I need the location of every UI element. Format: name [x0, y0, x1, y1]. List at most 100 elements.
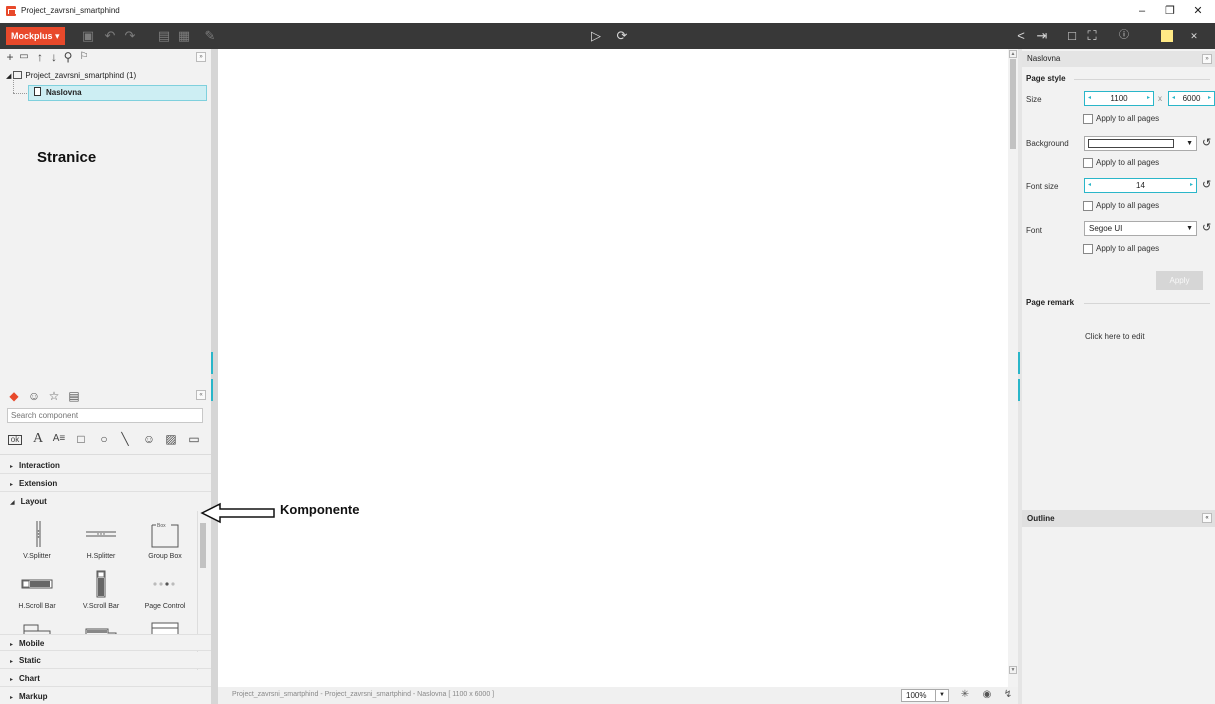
fullscreen-icon[interactable]: ⛶	[1084, 28, 1100, 44]
splitter-grip[interactable]	[1018, 352, 1020, 374]
collapse-properties-button[interactable]: »	[1202, 54, 1212, 64]
mockplus-menu-button[interactable]: Mockplus ▾	[6, 27, 65, 45]
redo-icon[interactable]: ↷	[122, 28, 138, 44]
apply-all-size-checkbox[interactable]	[1083, 114, 1093, 124]
move-down-icon[interactable]: ↓	[47, 49, 61, 65]
close-icon[interactable]: ✕	[1186, 28, 1202, 44]
component-v-scroll-bar[interactable]: V.Scroll Bar	[70, 569, 132, 619]
component-group-box[interactable]: Box Group Box	[134, 519, 196, 569]
group-icon[interactable]: ▤	[156, 28, 172, 44]
rectangle-component-icon[interactable]: □	[74, 432, 88, 446]
collapse-outline-button[interactable]: «	[1202, 513, 1212, 523]
font-select[interactable]: Segoe UI ▼	[1084, 221, 1197, 236]
paragraph-component-icon[interactable]: A≡	[52, 432, 66, 446]
scroll-thumb[interactable]	[200, 523, 206, 568]
grid-toggle-icon[interactable]: ✳	[958, 688, 972, 702]
category-markup[interactable]: ▸ Markup	[0, 688, 211, 704]
frame-icon[interactable]: □	[1064, 28, 1080, 44]
tool-icon[interactable]: ↯	[1001, 688, 1015, 702]
ungroup-icon[interactable]: ▦	[176, 28, 192, 44]
category-static[interactable]: ▸ Static	[0, 652, 211, 669]
category-interaction[interactable]: ▸ Interaction	[0, 457, 211, 474]
background-color-select[interactable]: ▼	[1084, 136, 1197, 151]
component-search-input[interactable]	[7, 408, 203, 423]
tab-components-icon[interactable]: ◆	[6, 388, 22, 404]
component-h-scroll-bar[interactable]: H.Scroll Bar	[6, 569, 68, 619]
height-stepper[interactable]: ◂ 6000 ▸	[1168, 91, 1215, 106]
apply-all-background-checkbox[interactable]	[1083, 158, 1093, 168]
decrease-icon[interactable]: ◂	[1172, 92, 1175, 105]
icon-component-icon[interactable]: ☺	[142, 432, 156, 446]
page-remark-editor[interactable]: Click here to edit	[1085, 332, 1145, 341]
apply-all-font-checkbox[interactable]	[1083, 244, 1093, 254]
note-icon[interactable]	[1161, 30, 1173, 42]
increase-icon[interactable]: ▸	[1147, 92, 1150, 105]
decrease-icon[interactable]: ◂	[1088, 92, 1091, 105]
button-component-icon[interactable]: ok	[8, 435, 22, 445]
canvas-vertical-scrollbar[interactable]: ▲ ▼	[1008, 49, 1018, 687]
tab-favorites-icon[interactable]: ☆	[46, 388, 62, 404]
apply-all-font-size-checkbox[interactable]	[1083, 201, 1093, 211]
font-size-stepper[interactable]: ◂ 14 ▸	[1084, 178, 1197, 193]
component-h-splitter[interactable]: H.Splitter	[70, 519, 132, 569]
textbox-component-icon[interactable]: ▭	[186, 432, 202, 446]
minimize-button[interactable]: –	[1130, 3, 1154, 19]
splitter-grip[interactable]	[211, 379, 213, 401]
collapse-pages-button[interactable]: »	[196, 52, 206, 62]
tree-project-root[interactable]: ◢ Project_zavrsni_smartphind (1)	[6, 71, 136, 80]
component-name: V.Splitter	[23, 553, 51, 560]
undo-icon[interactable]: ↶	[102, 28, 118, 44]
ellipse-component-icon[interactable]: ○	[96, 432, 112, 446]
category-layout[interactable]: ◢ Layout	[0, 493, 211, 510]
design-canvas[interactable]	[218, 49, 1008, 687]
close-window-button[interactable]: ✕	[1186, 3, 1210, 19]
tree-page-naslovna[interactable]: Naslovna	[28, 85, 207, 101]
reset-icon[interactable]: ↺	[1202, 136, 1211, 149]
reset-icon[interactable]: ↺	[1202, 178, 1211, 191]
app-logo-icon	[6, 6, 16, 16]
add-folder-icon[interactable]: ▭	[17, 49, 31, 65]
apply-button[interactable]: Apply	[1156, 271, 1203, 290]
component-page-control[interactable]: Page Control	[134, 569, 196, 619]
left-panel-splitter[interactable]	[211, 49, 218, 704]
category-mobile[interactable]: ▸ Mobile	[0, 634, 211, 651]
move-up-icon[interactable]: ↑	[33, 49, 47, 65]
properties-panel: Naslovna » Page style Size ◂ 1100 ▸ x ◂ 600…	[1022, 49, 1215, 704]
category-chart[interactable]: ▸ Chart	[0, 670, 211, 687]
reset-icon[interactable]: ↺	[1202, 221, 1211, 234]
help-icon[interactable]: ⓘ	[1116, 28, 1132, 44]
collapse-components-button[interactable]: «	[196, 390, 206, 400]
eye-icon[interactable]: ◉	[980, 688, 994, 702]
component-v-splitter[interactable]: V.Splitter	[6, 519, 68, 569]
increase-icon[interactable]: ▸	[1190, 179, 1193, 192]
flag-icon[interactable]: ⚐	[77, 49, 91, 65]
label-component-icon[interactable]: A	[32, 432, 44, 446]
scroll-up-button[interactable]: ▲	[1009, 50, 1017, 58]
chevron-down-icon[interactable]: ▼	[1186, 222, 1193, 235]
splitter-grip[interactable]	[1018, 379, 1020, 401]
scroll-thumb[interactable]	[1010, 59, 1016, 149]
preview-play-icon[interactable]: ▷	[588, 28, 604, 44]
zoom-select[interactable]: 100% ▼	[901, 689, 949, 702]
width-stepper[interactable]: ◂ 1100 ▸	[1084, 91, 1154, 106]
scroll-down-button[interactable]: ▼	[1009, 666, 1017, 674]
splitter-grip[interactable]	[211, 352, 213, 374]
chevron-down-icon[interactable]: ▼	[935, 690, 948, 701]
save-icon[interactable]: ▣	[80, 28, 96, 44]
increase-icon[interactable]: ▸	[1208, 92, 1211, 105]
search-icon[interactable]: ⚲	[61, 49, 75, 65]
chevron-down-icon[interactable]: ▼	[1186, 137, 1193, 150]
image-component-icon[interactable]: ▨	[164, 432, 178, 446]
tab-templates-icon[interactable]: ▤	[66, 388, 82, 404]
restore-button[interactable]: ❐	[1158, 3, 1182, 19]
tab-icons-icon[interactable]: ☺	[26, 388, 42, 404]
category-extension[interactable]: ▸ Extension	[0, 475, 211, 492]
line-component-icon[interactable]: ╲	[118, 432, 132, 446]
add-page-icon[interactable]: +	[3, 49, 17, 65]
decrease-icon[interactable]: ◂	[1088, 179, 1091, 192]
share-icon[interactable]: <	[1013, 28, 1029, 44]
expand-caret-icon[interactable]: ◢	[6, 73, 11, 80]
export-icon[interactable]: ⇥	[1034, 28, 1050, 44]
brush-icon[interactable]: ✎	[202, 28, 218, 44]
sync-icon[interactable]: ⟳ ▾	[612, 28, 632, 59]
